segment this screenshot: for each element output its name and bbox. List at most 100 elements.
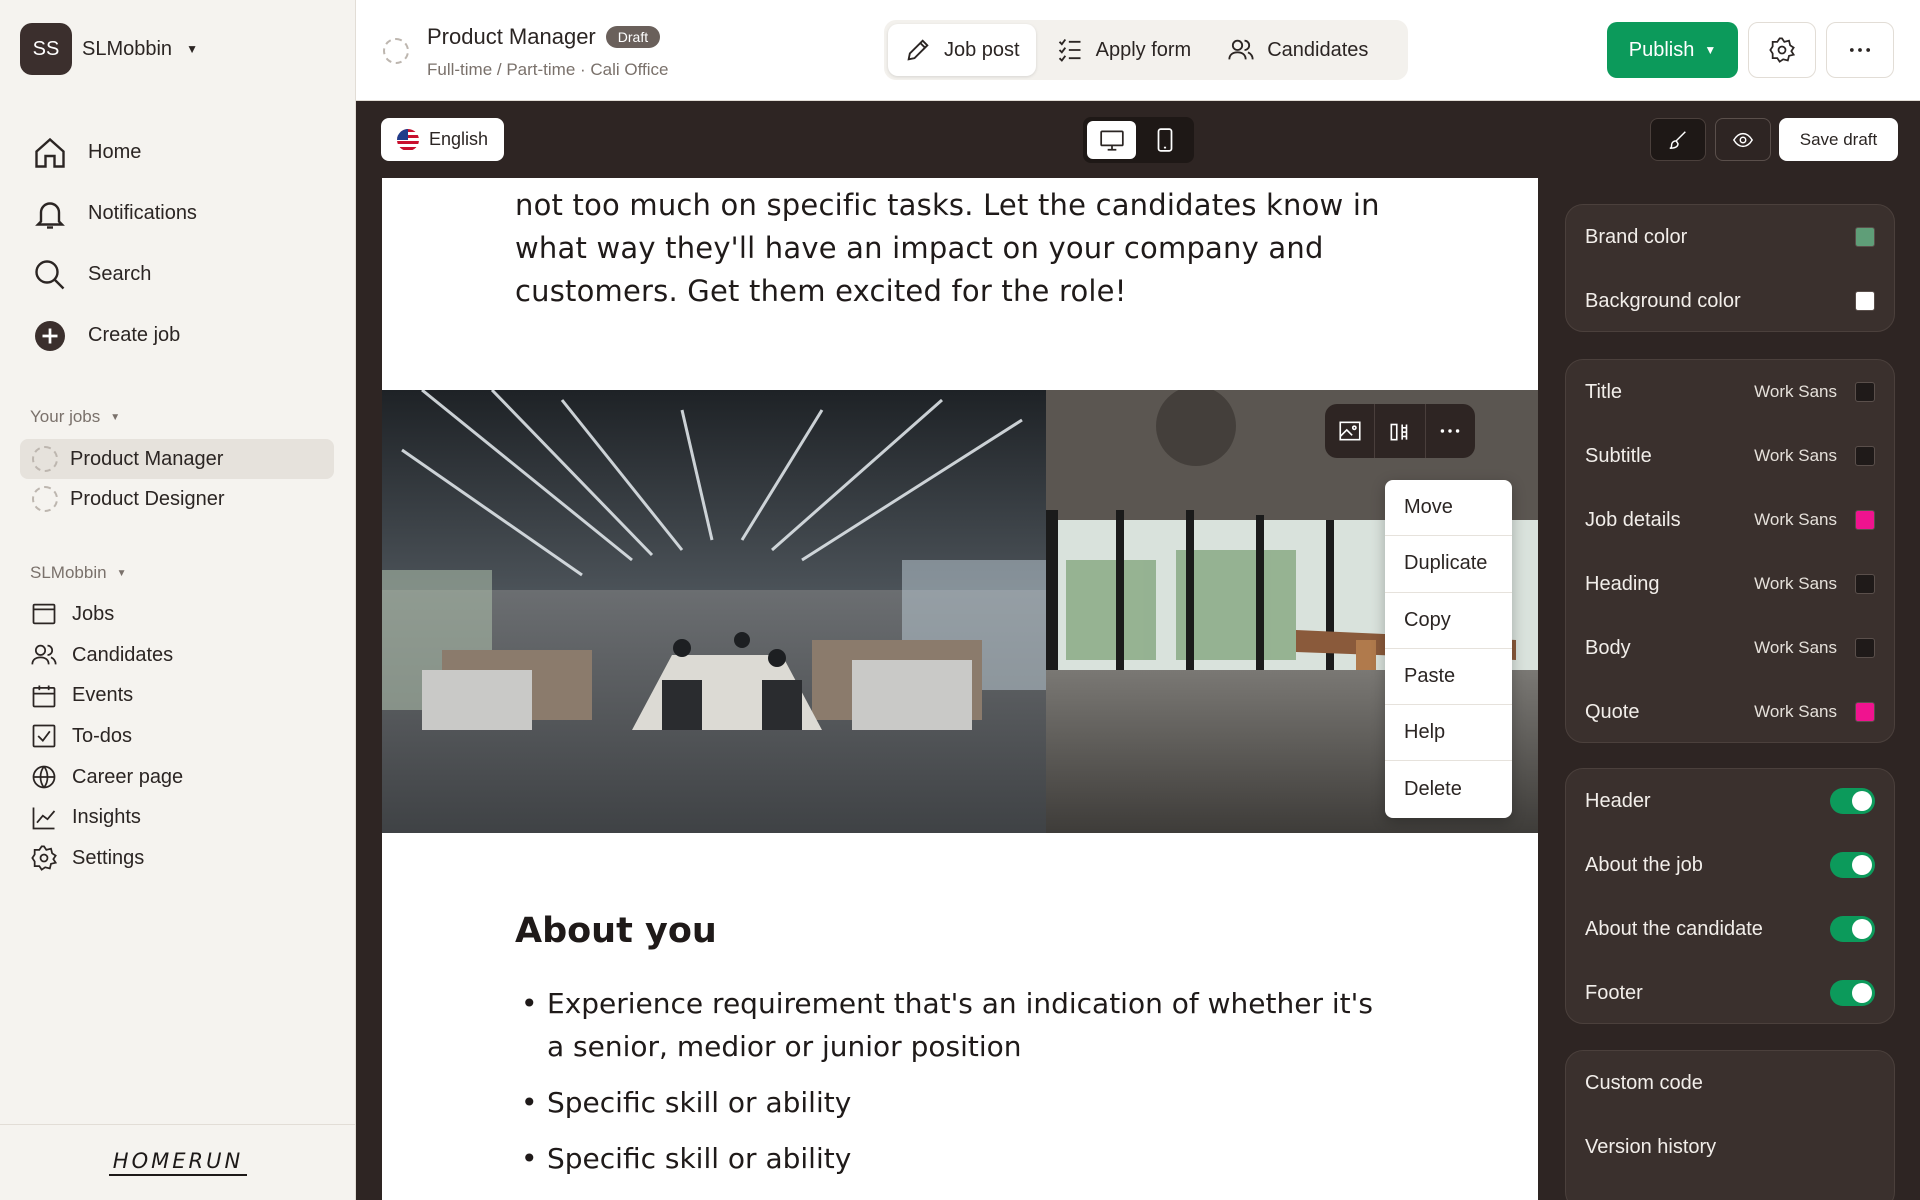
toggle-switch[interactable] — [1830, 788, 1875, 814]
color-swatch[interactable] — [1855, 382, 1875, 402]
image-settings-button[interactable] — [1325, 404, 1376, 458]
us-flag-icon — [397, 128, 419, 151]
job-item-label: Product Manager — [70, 447, 224, 470]
nav-item-insights[interactable]: Insights — [20, 797, 334, 838]
custom-code-item[interactable]: Custom code — [1566, 1051, 1894, 1115]
menu-item-delete[interactable]: Delete — [1385, 761, 1512, 817]
image-size-button[interactable] — [1375, 404, 1426, 458]
image-block[interactable]: Move Duplicate Copy Paste Help Delete — [382, 390, 1538, 833]
plus-circle-icon — [35, 320, 65, 351]
org-heading[interactable]: SLMobbin ▼ — [30, 563, 126, 583]
font-name: Work Sans — [1754, 574, 1837, 593]
brand-color-row[interactable]: Brand color — [1566, 205, 1894, 269]
setting-label: Subtitle — [1585, 444, 1652, 467]
nav-item-settings[interactable]: Settings — [20, 838, 334, 879]
style-panel-button[interactable] — [1650, 118, 1706, 161]
main-nav: Home Notifications Search Create job — [20, 122, 336, 366]
image-more-button[interactable] — [1426, 404, 1475, 458]
caret-down-icon: ▼ — [110, 411, 121, 423]
nav-item-search[interactable]: Search — [20, 244, 336, 305]
background-color-row[interactable]: Background color — [1566, 269, 1894, 333]
editor-toolbar: English Save draft — [356, 101, 1920, 178]
job-meta: Full-time / Part-time · Cali Office — [427, 60, 669, 79]
nav-item-label: Search — [88, 263, 152, 285]
menu-item-move[interactable]: Move — [1385, 480, 1512, 537]
caret-down-icon: ▼ — [186, 42, 198, 56]
color-swatch[interactable] — [1855, 227, 1875, 247]
homerun-logo: HOMERUN — [0, 1124, 356, 1200]
mobile-preview-button[interactable] — [1140, 121, 1189, 159]
intro-paragraph[interactable]: not too much on specific tasks. Let the … — [515, 184, 1395, 313]
job-item-product-manager[interactable]: Product Manager — [20, 439, 334, 479]
status-badge: Draft — [605, 26, 661, 48]
nav-item-label: Home — [88, 141, 142, 163]
font-row-heading[interactable]: Heading Work Sans — [1566, 552, 1894, 616]
font-row-quote[interactable]: Quote Work Sans — [1566, 680, 1894, 744]
section-toggle-footer: Footer — [1566, 961, 1894, 1025]
resize-icon — [1390, 423, 1408, 441]
section-toggle-about-job: About the job — [1566, 833, 1894, 897]
font-row-body[interactable]: Body Work Sans — [1566, 616, 1894, 680]
job-item-label: Product Designer — [70, 487, 225, 510]
nav-item-jobs[interactable]: Jobs — [20, 594, 334, 635]
your-jobs-list: Product Manager Product Designer — [20, 439, 334, 519]
font-row-title[interactable]: Title Work Sans — [1566, 360, 1894, 424]
more-options-button[interactable] — [1826, 22, 1894, 78]
sidebar: SS SLMobbin ▼ Home Notifications Search … — [0, 0, 356, 1200]
nav-item-home[interactable]: Home — [20, 122, 336, 183]
list-item[interactable]: Specific skill or ability — [515, 1081, 1395, 1124]
nav-item-notifications[interactable]: Notifications — [20, 183, 336, 244]
draft-status-icon — [32, 446, 58, 472]
globe-icon — [32, 765, 56, 789]
setting-label: About the job — [1585, 853, 1703, 876]
font-row-subtitle[interactable]: Subtitle Work Sans — [1566, 424, 1894, 488]
nav-item-events[interactable]: Events — [20, 675, 334, 716]
tab-job-post[interactable]: Job post — [888, 24, 1036, 76]
section-toggle-header: Header — [1566, 769, 1894, 833]
color-swatch[interactable] — [1855, 702, 1875, 722]
color-swatch[interactable] — [1855, 291, 1875, 311]
toggle-switch[interactable] — [1830, 852, 1875, 878]
tab-apply-form[interactable]: Apply form — [1040, 24, 1208, 76]
settings-button[interactable] — [1748, 22, 1816, 78]
menu-item-copy[interactable]: Copy — [1385, 593, 1512, 649]
nav-item-label: Jobs — [72, 602, 115, 625]
menu-item-help[interactable]: Help — [1385, 705, 1512, 762]
about-you-heading[interactable]: About you — [515, 911, 717, 951]
nav-item-create-job[interactable]: Create job — [20, 305, 336, 366]
color-swatch[interactable] — [1855, 574, 1875, 594]
browser-icon — [32, 604, 56, 625]
save-draft-button[interactable]: Save draft — [1779, 118, 1898, 161]
tab-candidates[interactable]: Candidates — [1211, 24, 1384, 76]
toggle-switch[interactable] — [1830, 916, 1875, 942]
job-item-product-designer[interactable]: Product Designer — [20, 479, 334, 519]
color-swatch[interactable] — [1855, 638, 1875, 658]
publish-button[interactable]: Publish ▼ — [1607, 22, 1738, 78]
nav-item-candidates[interactable]: Candidates — [20, 635, 334, 676]
font-name: Work Sans — [1754, 446, 1837, 465]
preview-button[interactable] — [1715, 118, 1771, 161]
toggle-switch[interactable] — [1830, 980, 1875, 1006]
your-jobs-heading[interactable]: Your jobs ▼ — [30, 407, 120, 427]
workspace-switcher[interactable]: SS SLMobbin ▼ — [20, 22, 198, 76]
section-label: Your jobs — [30, 407, 101, 426]
org-nav: Jobs Candidates Events To-dos Career pag… — [20, 594, 334, 879]
nav-item-todos[interactable]: To-dos — [20, 716, 334, 757]
list-item[interactable]: Experience requirement that's an indicat… — [515, 982, 1395, 1068]
setting-label: Heading — [1585, 572, 1660, 595]
language-selector[interactable]: English — [381, 118, 505, 161]
eye-icon — [1732, 132, 1754, 147]
nav-item-career-page[interactable]: Career page — [20, 757, 334, 798]
desktop-preview-button[interactable] — [1087, 121, 1136, 159]
menu-item-duplicate[interactable]: Duplicate — [1385, 536, 1512, 593]
color-swatch[interactable] — [1855, 510, 1875, 530]
color-swatch[interactable] — [1855, 446, 1875, 466]
list-item[interactable]: Specific skill or ability — [515, 1137, 1395, 1180]
menu-item-paste[interactable]: Paste — [1385, 649, 1512, 706]
image-toolbar — [1325, 404, 1475, 458]
caret-down-icon: ▼ — [116, 567, 127, 579]
font-row-job-details[interactable]: Job details Work Sans — [1566, 488, 1894, 552]
font-name: Work Sans — [1754, 510, 1837, 529]
top-header: Product Manager Draft Full-time / Part-t… — [356, 0, 1920, 101]
version-history-item[interactable]: Version history — [1566, 1115, 1894, 1179]
